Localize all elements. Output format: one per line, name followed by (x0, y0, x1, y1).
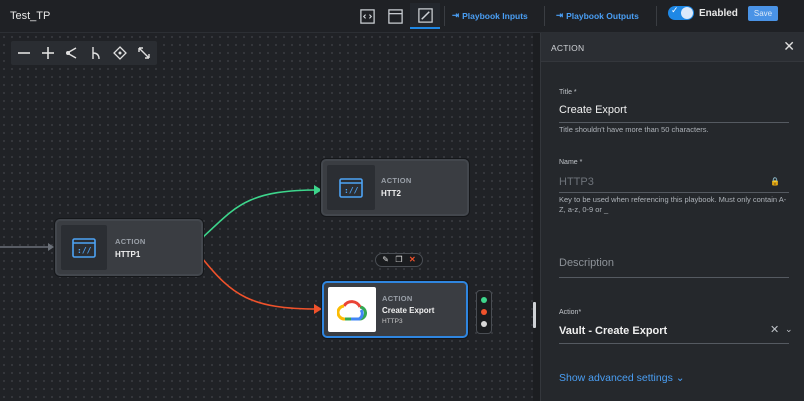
chevron-down-icon: ⌄ (675, 372, 685, 384)
close-icon[interactable]: ✕ (783, 38, 795, 55)
edit-canvas-icon (417, 7, 433, 23)
node-name: HTTP1 (115, 250, 141, 259)
success-wire (201, 189, 319, 239)
title-help-text: Title shouldn't have more than 50 charac… (559, 125, 709, 134)
top-bar: Test_TP ⇥ Playbook Inputs ⇥ Playbook Out… (0, 0, 804, 33)
svg-text:://: :// (344, 186, 359, 195)
terminal-icon: :// (339, 177, 363, 198)
playbook-outputs-link[interactable]: ⇥ Playbook Outputs (556, 10, 639, 21)
node-icon-box: :// (327, 165, 375, 210)
playbook-canvas[interactable]: :// ACTION HTTP1 :// ACTION HTT2 ✎ ❐ ✕ A… (0, 33, 533, 401)
advanced-link-label: Show advanced settings (559, 372, 673, 384)
edit-canvas-button[interactable] (410, 3, 440, 29)
show-advanced-settings-link[interactable]: Show advanced settings ⌄ (559, 372, 685, 384)
svg-text:://: :// (77, 246, 92, 255)
window-view-icon (387, 8, 403, 24)
terminal-icon: :// (72, 237, 96, 258)
failure-arrow (314, 304, 322, 314)
divider (444, 6, 445, 26)
action-select[interactable]: Vault - Create Export (559, 325, 667, 337)
node-type-label: ACTION (382, 294, 413, 303)
code-view-icon (359, 8, 375, 24)
node-subtitle: HTTP3 (382, 318, 403, 325)
node-status-lights (476, 290, 492, 334)
enabled-label: Enabled (699, 8, 738, 19)
action-node-create-export[interactable]: ACTION Create Export HTTP3 (322, 281, 468, 338)
lock-icon: 🔒 (770, 177, 780, 186)
window-view-button[interactable] (380, 3, 410, 29)
input-arrow-icon: ⇥ (452, 10, 460, 20)
connection-wires (0, 185, 322, 314)
action-node-htt2[interactable]: :// ACTION HTT2 (321, 159, 469, 216)
divider (544, 6, 545, 26)
playbook-inputs-link[interactable]: ⇥ Playbook Inputs (452, 10, 528, 21)
app-title: Test_TP (10, 10, 51, 22)
output-arrow-icon: ⇥ (556, 10, 564, 20)
panel-title: ACTION (551, 43, 585, 53)
panel-header: ACTION ✕ (541, 33, 804, 62)
check-icon: ✓ (671, 5, 679, 15)
divider (656, 6, 657, 26)
incoming-arrow (48, 243, 54, 251)
playbook-outputs-label: Playbook Outputs (566, 10, 639, 21)
action-panel: ACTION ✕ Title * Create Export Title sho… (540, 33, 804, 401)
failure-wire (201, 257, 319, 310)
google-cloud-icon (337, 299, 367, 320)
node-icon-box (328, 287, 376, 332)
action-underline (559, 343, 789, 344)
name-input[interactable]: HTTP3 (559, 176, 594, 188)
copy-icon[interactable]: ❐ (395, 256, 402, 264)
description-underline (559, 277, 789, 278)
name-help-text: Key to be used when referencing this pla… (559, 195, 787, 214)
node-type-label: ACTION (115, 237, 146, 246)
name-underline (559, 192, 789, 193)
edit-icon[interactable]: ✎ (382, 256, 389, 264)
node-type-label: ACTION (381, 176, 412, 185)
node-action-bar: ✎ ❐ ✕ (375, 253, 423, 267)
failure-light[interactable] (481, 309, 487, 315)
action-field-label: Action* (559, 309, 582, 316)
code-view-button[interactable] (352, 3, 382, 29)
node-icon-box: :// (61, 225, 107, 270)
panel-resize-handle[interactable] (533, 302, 536, 328)
clear-icon[interactable]: ✕ (770, 323, 779, 336)
playbook-inputs-label: Playbook Inputs (462, 10, 528, 21)
description-input[interactable]: Description (559, 257, 614, 269)
title-input[interactable]: Create Export (559, 104, 627, 116)
title-underline (559, 122, 789, 123)
chevron-down-icon[interactable]: ⌄ (785, 324, 793, 335)
node-name: HTT2 (381, 189, 401, 198)
title-field-label: Title * (559, 89, 577, 96)
node-name: Create Export (382, 306, 435, 315)
neutral-light[interactable] (481, 321, 487, 327)
name-field-label: Name * (559, 159, 583, 166)
success-light[interactable] (481, 297, 487, 303)
action-node-http1[interactable]: :// ACTION HTTP1 (55, 219, 203, 276)
delete-icon[interactable]: ✕ (409, 256, 416, 264)
save-button[interactable]: Save (748, 6, 778, 21)
